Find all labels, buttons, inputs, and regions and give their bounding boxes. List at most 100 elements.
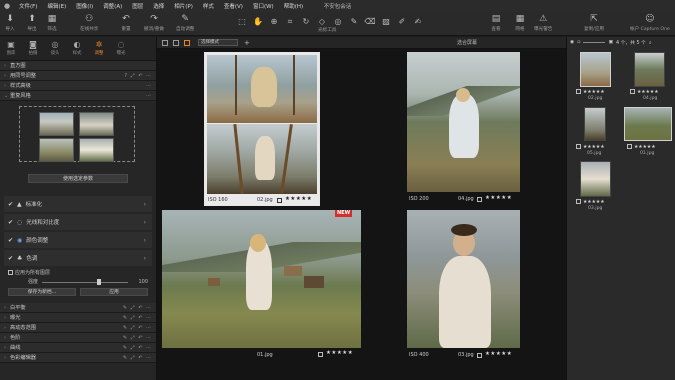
menu-select[interactable]: 选择 (148, 2, 169, 10)
menu-help[interactable]: 帮助(H) (279, 2, 308, 10)
style-reference-area[interactable] (0, 101, 156, 171)
viewer-image-02[interactable]: ISO 160 02.jpg ★★★★★ (204, 52, 320, 206)
spot-tool-icon[interactable]: ◎ (332, 17, 344, 27)
tab-style[interactable]: ◐ 样式 (66, 37, 88, 60)
check-icon[interactable]: ✔ (8, 219, 13, 226)
workspace-label[interactable]: 选合屏幕 (457, 39, 477, 46)
add-icon[interactable]: + (244, 39, 250, 47)
apply-button[interactable]: 应用 (80, 288, 148, 296)
slider-knob[interactable] (97, 279, 101, 285)
rating-stars[interactable]: ★★★★★ (630, 89, 659, 95)
check-icon[interactable]: ✔ (8, 255, 13, 262)
reset-button[interactable]: ↶ 重置 (120, 14, 132, 34)
select-tool-icon[interactable]: ⬚ (236, 17, 248, 27)
account-button[interactable]: ☺ 帐户 Capture One (630, 14, 670, 34)
tab-capture[interactable]: ◙ 拍摄 (22, 37, 44, 60)
select-checkbox[interactable] (576, 89, 581, 94)
adjust-normalize[interactable]: ✔ ▲ 标准化 › (4, 196, 152, 212)
zoom-in-icon[interactable]: ▣ (608, 40, 613, 45)
section-same-adjust[interactable]: › 用同号调整? ⤢ ↶ ⋯ (0, 71, 156, 81)
rating-stars[interactable]: ★★★★★ (485, 351, 512, 357)
menu-image[interactable]: 图像(I) (71, 2, 98, 10)
rating-stars[interactable]: ★★★★★ (576, 89, 605, 95)
crop-tool-icon[interactable]: ⌗ (284, 17, 296, 27)
section-actions-icon[interactable]: ✎ ⤢ ↶ ⋯ (123, 315, 152, 321)
eraser-tool-icon[interactable]: ⌫ (364, 17, 376, 27)
menu-file[interactable]: 文件(F) (14, 2, 42, 10)
select-checkbox[interactable] (477, 353, 482, 358)
rating-stars[interactable]: ★★★★★ (285, 196, 312, 202)
check-icon[interactable]: ✔ (8, 201, 13, 208)
section-more-icon[interactable]: ⋯ (146, 83, 152, 89)
section-actions-icon[interactable]: ✎ ⤢ ↶ ⋯ (123, 345, 152, 351)
section-actions-icon[interactable]: ✎ ⤢ ↶ ⋯ (123, 335, 152, 341)
menu-adjust[interactable]: 调整(A) (98, 2, 127, 10)
auto-adjust-button[interactable]: ✎ 自动调整 (176, 14, 194, 34)
menu-edit[interactable]: 编辑(E) (42, 2, 71, 10)
rating-stars[interactable]: ★★★★★ (627, 144, 656, 150)
viewer-image-03[interactable] (407, 210, 520, 348)
section-color-editor[interactable]: › 色彩编辑器 ✎ ⤢ ↶ ⋯ (0, 353, 156, 363)
viewer-image-04[interactable] (407, 52, 520, 192)
select-checkbox[interactable] (576, 144, 581, 149)
menu-layer[interactable]: 图层 (127, 2, 148, 10)
viewer-image-01[interactable] (162, 210, 361, 348)
section-hdr[interactable]: › 高动态范围 ✎ ⤢ ↶ ⋯ (0, 323, 156, 333)
filter-button[interactable]: ▦ 筛选 (46, 14, 58, 34)
grid-button[interactable]: ▦ 网格 (514, 14, 526, 34)
apply-all-checkbox[interactable] (8, 270, 13, 275)
section-actions-icon[interactable]: ✎ ⤢ ↶ ⋯ (123, 325, 152, 331)
gradient-tool-icon[interactable]: ▨ (380, 17, 392, 27)
menu-view[interactable]: 查看(V) (219, 2, 248, 10)
browser-thumb-05[interactable] (584, 107, 606, 141)
menu-window[interactable]: 窗口(W) (248, 2, 279, 10)
strength-slider[interactable]: 强度 100 (0, 277, 156, 286)
rating-stars[interactable]: ★★★★★ (326, 350, 353, 356)
view-button[interactable]: ▤ 查看 (490, 14, 502, 34)
zoom-tool-icon[interactable]: ⊕ (268, 17, 280, 27)
single-view-icon[interactable] (162, 39, 168, 46)
eye-icon[interactable]: ◉ (570, 40, 574, 45)
rotate-tool-icon[interactable]: ↻ (300, 17, 312, 27)
use-selected-params-button[interactable]: 使用选定参数 (28, 174, 128, 183)
adjust-color[interactable]: ✔ ◉ 颜色调整 › (4, 232, 152, 248)
select-checkbox[interactable] (277, 198, 282, 203)
rating-stars[interactable]: ★★★★★ (576, 144, 605, 150)
select-checkbox[interactable] (630, 89, 635, 94)
section-repeat-style[interactable]: ⌄ 重复风格 ⋯ (0, 91, 156, 101)
picker-tool-icon[interactable]: ✐ (396, 17, 408, 27)
menu-photo[interactable]: 相片(P) (169, 2, 198, 10)
mode-dropdown[interactable]: 选择模式 (198, 39, 238, 46)
section-exposure[interactable]: › 曝光 ✎ ⤢ ↶ ⋯ (0, 313, 156, 323)
zoom-out-icon[interactable]: ▫ (577, 40, 580, 45)
grid-view-icon[interactable] (184, 39, 190, 46)
rating-stars[interactable]: ★★★★★ (576, 199, 605, 205)
browser-thumb-02[interactable] (580, 52, 611, 87)
menu-style[interactable]: 样式 (198, 2, 219, 10)
select-checkbox[interactable] (477, 197, 482, 202)
section-curves[interactable]: › 曲线 ✎ ⤢ ↶ ⋯ (0, 343, 156, 353)
tab-adjust[interactable]: ✲ 调整 (88, 37, 110, 60)
export-button[interactable]: ⬆ 导出 (26, 14, 38, 34)
exposure-warning-button[interactable]: ⚠ 曝光警告 (534, 14, 552, 34)
rating-stars[interactable]: ★★★★★ (485, 195, 512, 201)
undo-redo-button[interactable]: ↷ 撤消/重做 (144, 14, 164, 34)
adjust-light-contrast[interactable]: ✔ ◌ 光线和对比度 › (4, 214, 152, 230)
app-menu-icon[interactable]: ● (0, 2, 14, 10)
section-levels[interactable]: › 色阶 ✎ ⤢ ↶ ⋯ (0, 333, 156, 343)
copy-apply-button[interactable]: ⇱ 复制/应用 (584, 14, 604, 34)
save-new-button[interactable]: 保存为新档... (8, 288, 76, 296)
pan-tool-icon[interactable]: ✋ (252, 17, 264, 27)
annotate-tool-icon[interactable]: ✍ (412, 17, 424, 27)
tab-exposure[interactable]: ◌ 曝光 (110, 37, 132, 60)
import-button[interactable]: ⬇ 导入 (4, 14, 16, 34)
brush-tool-icon[interactable]: ✎ (348, 17, 360, 27)
section-actions-icon[interactable]: ✎ ⤢ ↶ ⋯ (123, 305, 152, 311)
select-checkbox[interactable] (627, 144, 632, 149)
select-checkbox[interactable] (576, 199, 581, 204)
browser-thumb-04[interactable] (634, 52, 665, 87)
browser-thumb-01[interactable] (624, 107, 672, 141)
apply-all-layers-row[interactable]: 应用为所有图层 (0, 268, 156, 277)
section-actions-icon[interactable]: ✎ ⤢ ↶ ⋯ (123, 355, 152, 361)
check-icon[interactable]: ✔ (8, 237, 13, 244)
